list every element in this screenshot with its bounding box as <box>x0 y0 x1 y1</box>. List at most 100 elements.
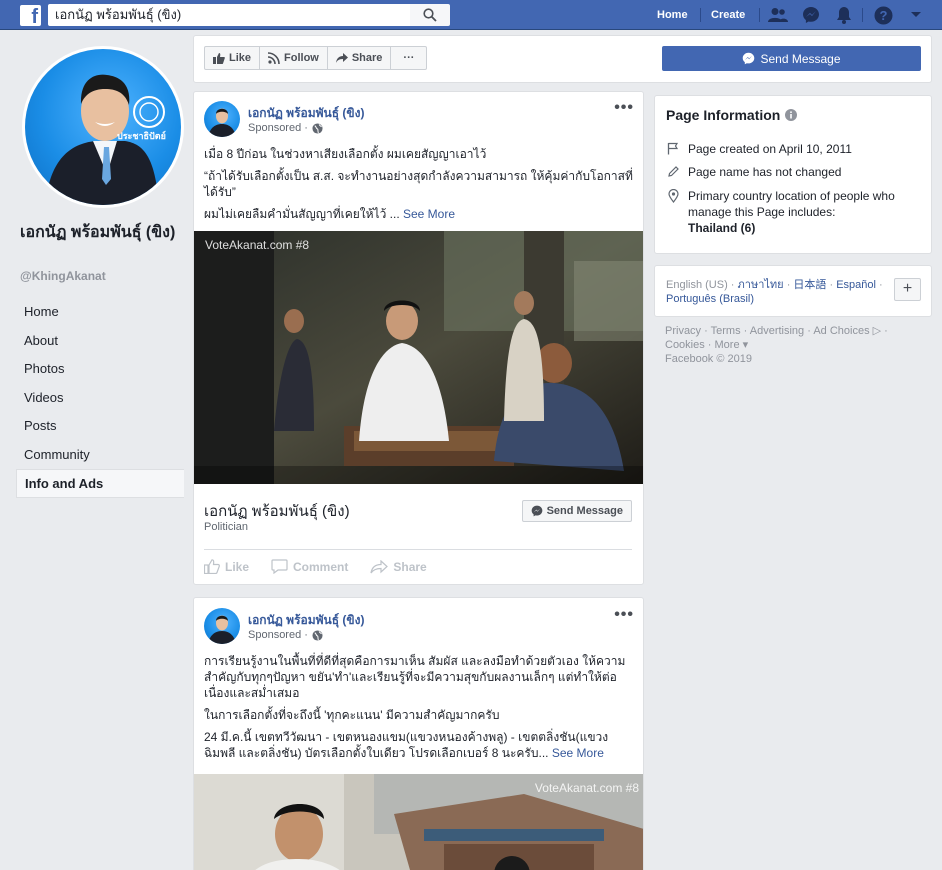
post-reactions-bar: Like Comment Share <box>204 559 427 574</box>
post-share-label: Share <box>393 559 427 574</box>
nav-item-community[interactable]: Community <box>16 441 184 470</box>
sponsored-post: เอกนัฏ พร้อมพันธุ์ (ขิง) Sponsored · •••… <box>193 597 644 870</box>
language-separator: · <box>879 279 883 291</box>
page-information-heading: Page Information <box>666 107 781 123</box>
info-icon[interactable] <box>785 109 798 121</box>
nav-item-info-and-ads[interactable]: Info and Ads <box>16 469 184 498</box>
search-input[interactable]: เอกนัฏ พร้อมพันธุ์ (ขิง) <box>48 4 410 26</box>
left-navigation: Home About Photos Videos Posts Community… <box>16 298 184 498</box>
nav-home-link[interactable]: Home <box>657 0 688 30</box>
post-author-avatar[interactable] <box>204 608 240 644</box>
page-name-history-text: Page name has not changed <box>688 165 842 179</box>
party-badge-text: ประชาธิปัตย์ <box>117 131 166 141</box>
account-menu-chevron-icon[interactable] <box>906 5 926 25</box>
page-action-buttons: Like Follow Share ··· <box>204 46 428 70</box>
thumbs-up-icon <box>213 52 225 64</box>
thumbs-up-icon <box>204 559 220 574</box>
profile-person-illustration <box>45 74 165 205</box>
share-arrow-icon <box>370 559 389 573</box>
page-action-bar: Like Follow Share ··· Send Message <box>193 35 932 83</box>
language-separator: · <box>829 279 834 291</box>
like-page-button[interactable]: Like <box>205 47 261 69</box>
nav-separator <box>862 8 863 22</box>
nav-item-photos[interactable]: Photos <box>16 355 184 384</box>
globe-icon <box>312 122 323 134</box>
help-icon[interactable]: ? <box>873 5 893 25</box>
top-navigation-bar: f เอกนัฏ พร้อมพันธุ์ (ขิง) Home Create ? <box>0 0 942 30</box>
share-page-button[interactable]: Share <box>328 47 392 69</box>
post-options-icon[interactable]: ••• <box>614 606 634 624</box>
follow-page-button[interactable]: Follow <box>260 47 328 69</box>
post-text-tail-content: ผมไม่เคยลืมคำมั่นสัญญาที่เคยให้ไว้ ... <box>204 207 400 221</box>
post-photo <box>194 231 643 484</box>
see-more-link[interactable]: See More <box>403 207 455 221</box>
post-text-paragraph: 24 มี.ค.นี้ เขตทวีวัฒนา - เขตหนองแขม(แขว… <box>204 729 634 761</box>
attachment-title[interactable]: เอกนัฏ พร้อมพันธุ์ (ขิง) <box>204 499 350 523</box>
page-information-panel: Page Information Page created on April 1… <box>654 95 932 254</box>
post-text-paragraph: ในการเลือกตั้งที่จะถึงนี้ 'ทุกคะแนน' มีค… <box>204 708 500 722</box>
post-author-name[interactable]: เอกนัฏ พร้อมพันธุ์ (ขิง) <box>248 104 364 123</box>
video-watermark: VoteAkanat.com #8 <box>205 238 310 252</box>
nav-item-videos[interactable]: Videos <box>16 384 184 413</box>
post-text-quote: “ถ้าได้รับเลือกตั้งเป็น ส.ส. จะทำงานอย่า… <box>204 169 633 199</box>
more-options-button[interactable]: ··· <box>391 47 426 69</box>
language-link-spanish[interactable]: Español <box>836 279 876 291</box>
nav-item-posts[interactable]: Posts <box>16 412 184 441</box>
sponsored-label[interactable]: Sponsored · <box>248 629 308 641</box>
send-message-button[interactable]: Send Message <box>662 46 921 71</box>
facebook-logo-icon[interactable]: f <box>20 5 41 26</box>
more-options-icon: ··· <box>403 52 415 64</box>
flag-icon <box>666 141 680 157</box>
post-options-icon[interactable]: ••• <box>614 99 634 117</box>
page-title: เอกนัฏ พร้อมพันธุ์ (ขิง) <box>20 224 176 241</box>
post-like-label: Like <box>225 559 250 574</box>
comment-bubble-icon <box>271 559 288 574</box>
post-share-button[interactable]: Share <box>370 559 427 574</box>
nav-create-link[interactable]: Create <box>711 0 745 30</box>
language-link-japanese[interactable]: 日本語 <box>793 279 826 291</box>
sponsored-label[interactable]: Sponsored · <box>248 122 308 134</box>
post-video-thumbnail[interactable]: VoteAkanat.com #8 <box>194 231 643 484</box>
footer-links[interactable]: Privacy · Terms · Advertising · Ad Choic… <box>665 324 925 338</box>
post-body: การเรียนรู้งานในพื้นที่ที่ดีที่สุดคือการ… <box>204 653 634 767</box>
language-link-thai[interactable]: ภาษาไทย <box>738 279 784 291</box>
post-meta: Sponsored · <box>248 629 323 641</box>
pencil-icon <box>666 164 680 180</box>
globe-icon <box>312 629 323 641</box>
post-text-tail: ผมไม่เคยลืมคำมั่นสัญญาที่เคยให้ไว้ ... S… <box>204 206 634 222</box>
notifications-bell-icon[interactable] <box>834 5 854 25</box>
post-like-button[interactable]: Like <box>204 559 249 574</box>
video-watermark: VoteAkanat.com #8 <box>534 781 639 795</box>
page-created-text: Page created on April 10, 2011 <box>688 142 852 156</box>
messenger-icon <box>743 52 755 65</box>
page-footer: Privacy · Terms · Advertising · Ad Choic… <box>665 324 925 366</box>
sponsored-post: เอกนัฏ พร้อมพันธุ์ (ขิง) Sponsored · •••… <box>193 91 644 585</box>
nav-item-about[interactable]: About <box>16 327 184 356</box>
profile-picture[interactable]: ประชาธิปัตย์ <box>22 46 184 208</box>
post-send-message-button[interactable]: Send Message <box>521 500 632 522</box>
footer-links-more[interactable]: Cookies · More ▾ <box>665 338 925 352</box>
language-link-portuguese[interactable]: Português (Brasil) <box>666 293 754 305</box>
page-information-title: Page Information <box>666 107 798 123</box>
messenger-icon[interactable] <box>801 5 821 25</box>
friend-requests-icon[interactable] <box>768 5 788 25</box>
see-more-link[interactable]: See More <box>552 746 604 760</box>
language-selector-panel: English (US) · ภาษาไทย · 日本語 · Español ·… <box>654 265 932 317</box>
footer-copyright: Facebook © 2019 <box>665 353 752 365</box>
nav-separator <box>759 8 760 22</box>
profile-photo: ประชาธิปัตย์ <box>25 49 181 205</box>
nav-item-home[interactable]: Home <box>16 298 184 327</box>
page-name-history-row: Page name has not changed <box>666 164 841 180</box>
post-author-avatar[interactable] <box>204 101 240 137</box>
post-comment-label: Comment <box>293 559 349 574</box>
page-managers-country-label: Primary country location of people who m… <box>688 189 895 219</box>
search-button[interactable] <box>410 4 450 26</box>
share-page-label: Share <box>351 52 383 64</box>
search-icon <box>423 8 437 22</box>
post-video-thumbnail[interactable]: VoteAkanat.com #8 <box>194 774 643 870</box>
post-author-name[interactable]: เอกนัฏ พร้อมพันธุ์ (ขิง) <box>248 611 364 630</box>
location-pin-icon <box>666 188 680 236</box>
add-language-button[interactable]: + <box>894 278 921 301</box>
post-comment-button[interactable]: Comment <box>271 559 348 574</box>
page-username[interactable]: @KhingAkanat <box>20 269 106 283</box>
